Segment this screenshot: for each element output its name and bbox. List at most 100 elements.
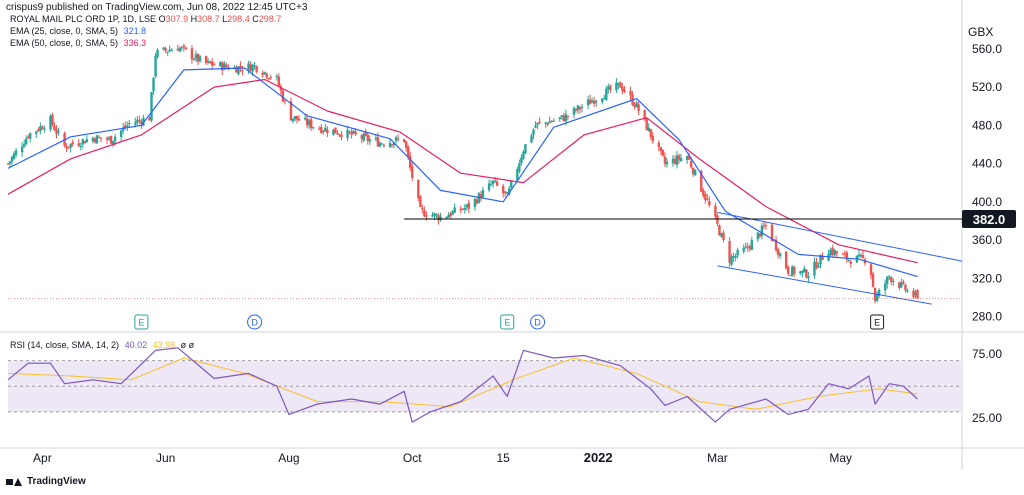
candle-body <box>180 47 184 49</box>
candle-body <box>22 144 26 147</box>
candle-body <box>467 202 471 209</box>
candle-body <box>113 136 117 142</box>
candle-body <box>336 133 339 135</box>
candle-body <box>297 118 301 121</box>
candle-body <box>815 261 818 269</box>
rsi-tick-label: 75.00 <box>972 347 1002 361</box>
candle-body <box>651 135 654 142</box>
candle-body <box>128 123 131 125</box>
level-tag-label: 382.0 <box>973 212 1006 227</box>
event-label: D <box>534 318 541 328</box>
candle-body <box>817 265 820 268</box>
price-axis-unit: GBX <box>968 25 993 39</box>
candle-body <box>241 69 244 71</box>
candle-body <box>35 131 38 134</box>
candle-body <box>623 89 626 92</box>
candle-body <box>493 180 497 182</box>
candle-body <box>916 289 919 299</box>
candle-body <box>572 107 576 115</box>
candle-body <box>481 190 485 198</box>
candle-body <box>793 266 796 274</box>
candle-body <box>57 131 60 133</box>
price-tick-label: 560.0 <box>972 42 1002 56</box>
candle-body <box>558 117 561 119</box>
candle-body <box>694 169 697 176</box>
candle-body <box>150 91 153 121</box>
candle-body <box>152 78 155 92</box>
candle-body <box>906 290 909 292</box>
candle-body <box>708 200 711 206</box>
candle-body <box>637 104 640 112</box>
time-tick-label: 15 <box>497 451 511 465</box>
candle-body <box>552 120 555 122</box>
candle-body <box>170 49 173 51</box>
candle-body <box>679 158 683 162</box>
candle-body <box>182 45 186 48</box>
price-tick-label: 440.0 <box>972 157 1002 171</box>
event-label: D <box>251 318 258 328</box>
candle-body <box>706 198 709 200</box>
candle-body <box>265 73 268 78</box>
trendline-upper <box>717 211 963 262</box>
candle-body <box>892 281 895 283</box>
candle-body <box>453 207 456 213</box>
candle-body <box>417 179 420 199</box>
time-tick-label: 2022 <box>584 450 613 465</box>
candle-body <box>95 135 99 144</box>
candle-body <box>532 129 535 135</box>
price-tick-label: 360.0 <box>972 233 1002 247</box>
candle-body <box>277 76 281 86</box>
brand-label: TradingView <box>27 476 86 487</box>
candle-body <box>269 77 272 79</box>
candle-body <box>334 127 337 134</box>
candle-body <box>378 142 382 147</box>
candle-body <box>192 59 196 61</box>
candle-body <box>14 150 18 155</box>
candle-body <box>730 256 733 265</box>
time-tick-label: Apr <box>33 451 52 465</box>
event-label: E <box>504 318 510 328</box>
candle-body <box>847 259 851 261</box>
candle-body <box>225 64 228 68</box>
candle-body <box>119 130 123 137</box>
event-label: E <box>874 318 880 328</box>
candle-body <box>166 51 169 53</box>
candle-body <box>665 161 669 165</box>
candle-body <box>546 122 549 125</box>
candle-body <box>886 276 889 284</box>
candle-body <box>760 225 764 236</box>
candle-body <box>538 121 541 123</box>
candle-body <box>510 180 513 188</box>
price-chart[interactable]: GBX 280.0 320.0 360.0 400.0 440.0 480.0 520.0 56… <box>0 0 1024 495</box>
candle-body <box>736 249 739 256</box>
candle-body <box>778 253 782 257</box>
candle-body <box>311 127 315 129</box>
candle-body <box>24 138 28 145</box>
time-tick-label: Mar <box>707 451 728 465</box>
candle-body <box>20 146 24 153</box>
candle-body <box>495 181 499 186</box>
candle-body <box>382 144 386 146</box>
candle-body <box>657 142 661 147</box>
candle-body <box>750 240 753 251</box>
tradingview-logo: TradingView <box>6 476 86 487</box>
candle-body <box>154 55 157 77</box>
candle-body <box>421 207 424 210</box>
price-tick-label: 400.0 <box>972 195 1002 209</box>
candle-body <box>805 269 808 278</box>
time-tick-label: Oct <box>403 451 422 465</box>
candle-body <box>368 139 371 142</box>
candle-body <box>883 283 887 291</box>
candle-body <box>580 106 584 109</box>
candle-body <box>396 138 400 140</box>
rsi-tick-label: 25.00 <box>972 411 1002 425</box>
candle-body <box>138 119 141 121</box>
candle-body <box>716 215 719 224</box>
candle-body <box>8 161 12 164</box>
candle-body <box>463 208 466 210</box>
candle-body <box>835 251 838 254</box>
candle-body <box>409 155 412 168</box>
candle-body <box>605 88 608 100</box>
candle-body <box>661 149 665 156</box>
candle-body <box>742 248 745 252</box>
